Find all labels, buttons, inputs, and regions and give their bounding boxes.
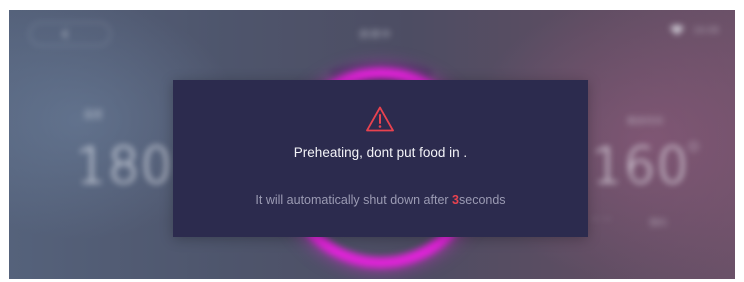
preheat-warning-dialog: Preheating, dont put food in . It will a… [173, 80, 588, 237]
message-suffix: seconds [459, 193, 506, 207]
dialog-message: It will automatically shut down after 3s… [173, 193, 588, 207]
dialog-title: Preheating, dont put food in . [293, 145, 468, 160]
countdown-seconds: 3 [452, 193, 459, 207]
status-title: 烘烤中 [359, 30, 392, 41]
clock: 16:08 [693, 26, 719, 36]
degree-icon [689, 142, 698, 151]
wifi-icon [669, 24, 685, 39]
temperature-label: 温度 [83, 110, 103, 121]
message-prefix: It will automatically shut down after [255, 193, 453, 207]
oven-screen: ‹ 烘烤中 16:08 温度 180 剩余时间 160 — — 预约 Prehe… [9, 10, 735, 279]
sub-label-left: — — [591, 214, 612, 224]
warning-triangle-icon [365, 105, 395, 133]
chevron-left-icon: ‹ [61, 21, 69, 45]
temperature-value: 180 [75, 137, 174, 195]
back-button[interactable] [29, 22, 111, 46]
sub-label-right: 预约 [649, 219, 668, 229]
remaining-value: 160 [591, 137, 690, 195]
remaining-time-label: 剩余时间 [627, 117, 664, 127]
